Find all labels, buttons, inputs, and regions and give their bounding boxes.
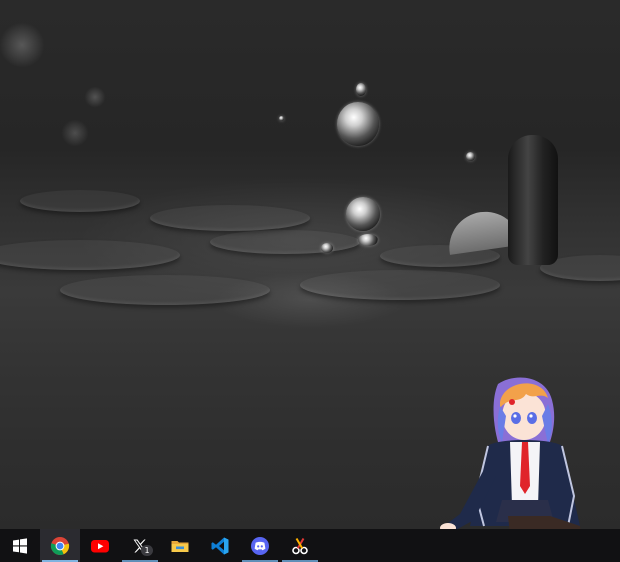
water-drop (337, 102, 379, 146)
chrome-icon (50, 536, 70, 555)
desktop: 1 (0, 0, 620, 562)
ripple (20, 190, 140, 212)
vscode-icon (211, 537, 229, 554)
water-drop (279, 116, 284, 121)
youtube-icon (91, 539, 109, 552)
taskbar-item-snipping-tool[interactable] (280, 529, 320, 562)
water-drop (466, 152, 475, 161)
discord-icon (251, 536, 269, 555)
ripple (0, 240, 180, 270)
scissors-icon (292, 537, 308, 554)
water-drop (346, 197, 380, 231)
water-splash-column (508, 135, 558, 265)
taskbar-item-x[interactable]: 1 (120, 529, 160, 562)
taskbar: 1 (0, 529, 620, 562)
taskbar-item-vscode[interactable] (200, 529, 240, 562)
ripple (60, 275, 270, 305)
water-drop (356, 83, 366, 96)
taskbar-item-chrome[interactable] (40, 529, 80, 562)
taskbar-item-discord[interactable] (240, 529, 280, 562)
ripple (300, 270, 500, 300)
notification-badge: 1 (141, 545, 153, 556)
windows-logo-icon (13, 537, 27, 554)
water-drop (321, 243, 333, 253)
taskbar-item-file-explorer[interactable] (160, 529, 200, 562)
ripple (150, 205, 310, 231)
folder-icon (171, 540, 189, 552)
ripple (210, 230, 360, 254)
water-drop (358, 234, 378, 246)
taskbar-item-youtube[interactable] (80, 529, 120, 562)
start-button[interactable] (0, 529, 40, 562)
